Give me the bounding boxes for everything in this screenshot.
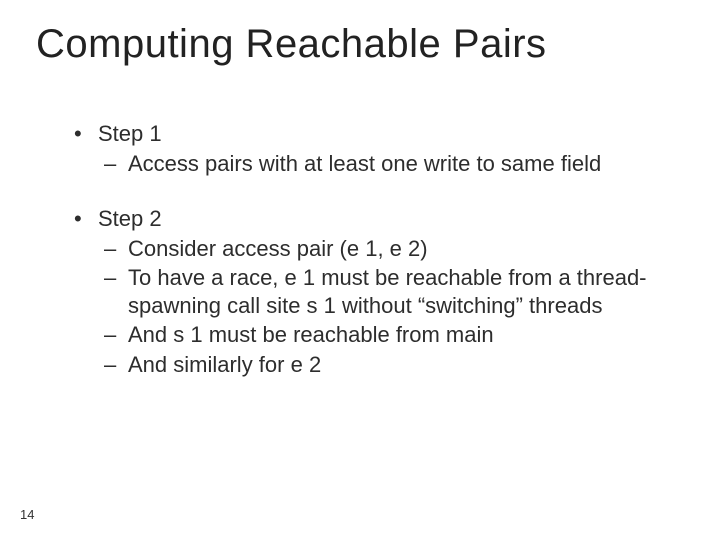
sub-list: Access pairs with at least one write to …: [98, 150, 670, 178]
slide: Computing Reachable Pairs Step 1 Access …: [0, 0, 720, 540]
sub-item: And s 1 must be reachable from main: [98, 321, 670, 349]
bullet-label: Step 2: [98, 206, 162, 231]
sub-text: To have a race, e 1 must be reachable fr…: [128, 265, 647, 318]
sub-list: Consider access pair (e 1, e 2) To have …: [98, 235, 670, 379]
sub-text: And s 1 must be reachable from main: [128, 322, 494, 347]
slide-title: Computing Reachable Pairs: [36, 22, 700, 67]
sub-item: Consider access pair (e 1, e 2): [98, 235, 670, 263]
bullet-list: Step 1 Access pairs with at least one wr…: [68, 120, 670, 378]
sub-item: And similarly for e 2: [98, 351, 670, 379]
sub-item: To have a race, e 1 must be reachable fr…: [98, 264, 670, 319]
bullet-step-1: Step 1 Access pairs with at least one wr…: [68, 120, 670, 177]
slide-body: Step 1 Access pairs with at least one wr…: [68, 120, 670, 406]
page-number: 14: [20, 507, 34, 522]
sub-text: And similarly for e 2: [128, 352, 321, 377]
bullet-step-2: Step 2 Consider access pair (e 1, e 2) T…: [68, 205, 670, 378]
sub-text: Access pairs with at least one write to …: [128, 151, 601, 176]
sub-text: Consider access pair (e 1, e 2): [128, 236, 428, 261]
bullet-label: Step 1: [98, 121, 162, 146]
sub-item: Access pairs with at least one write to …: [98, 150, 670, 178]
